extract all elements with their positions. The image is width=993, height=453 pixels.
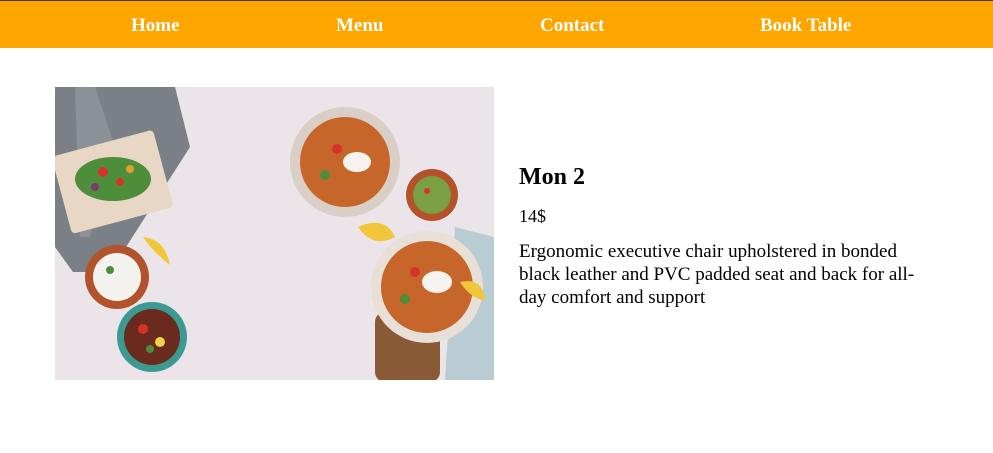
guacamole — [413, 176, 451, 214]
salad-greens — [75, 157, 151, 201]
product-details: Mon 2 14$ Ergonomic executive chair upho… — [519, 162, 939, 309]
product-title: Mon 2 — [519, 164, 585, 190]
sour-cream — [422, 271, 452, 293]
top-navigation-bar: Home Menu Contact Book Table — [0, 0, 993, 48]
food-photo — [55, 87, 494, 380]
tomato-dot — [410, 267, 420, 277]
nav-link-home[interactable]: Home — [131, 15, 180, 37]
product-description: Ergonomic executive chair upholstered in… — [519, 241, 915, 308]
tomato-dot — [138, 324, 148, 334]
herb-dot — [320, 170, 330, 180]
tomato-dot — [424, 188, 430, 194]
pepper-dot — [126, 165, 134, 173]
sour-cream — [343, 152, 371, 172]
yogurt — [93, 253, 141, 301]
herb-dot — [106, 266, 114, 274]
herb-dot — [400, 294, 410, 304]
product-price: 14$ — [519, 206, 546, 226]
herb-dot — [146, 345, 154, 353]
nav-link-menu[interactable]: Menu — [336, 15, 384, 37]
nav-link-contact[interactable]: Contact — [540, 15, 604, 37]
tomato-dot — [116, 178, 124, 186]
bean-mix — [124, 309, 180, 365]
onion-dot — [91, 183, 99, 191]
tomato-dot — [332, 144, 342, 154]
nav-link-book-table[interactable]: Book Table — [760, 15, 851, 37]
corn-dot — [155, 337, 165, 347]
tomato-dot — [98, 167, 108, 177]
